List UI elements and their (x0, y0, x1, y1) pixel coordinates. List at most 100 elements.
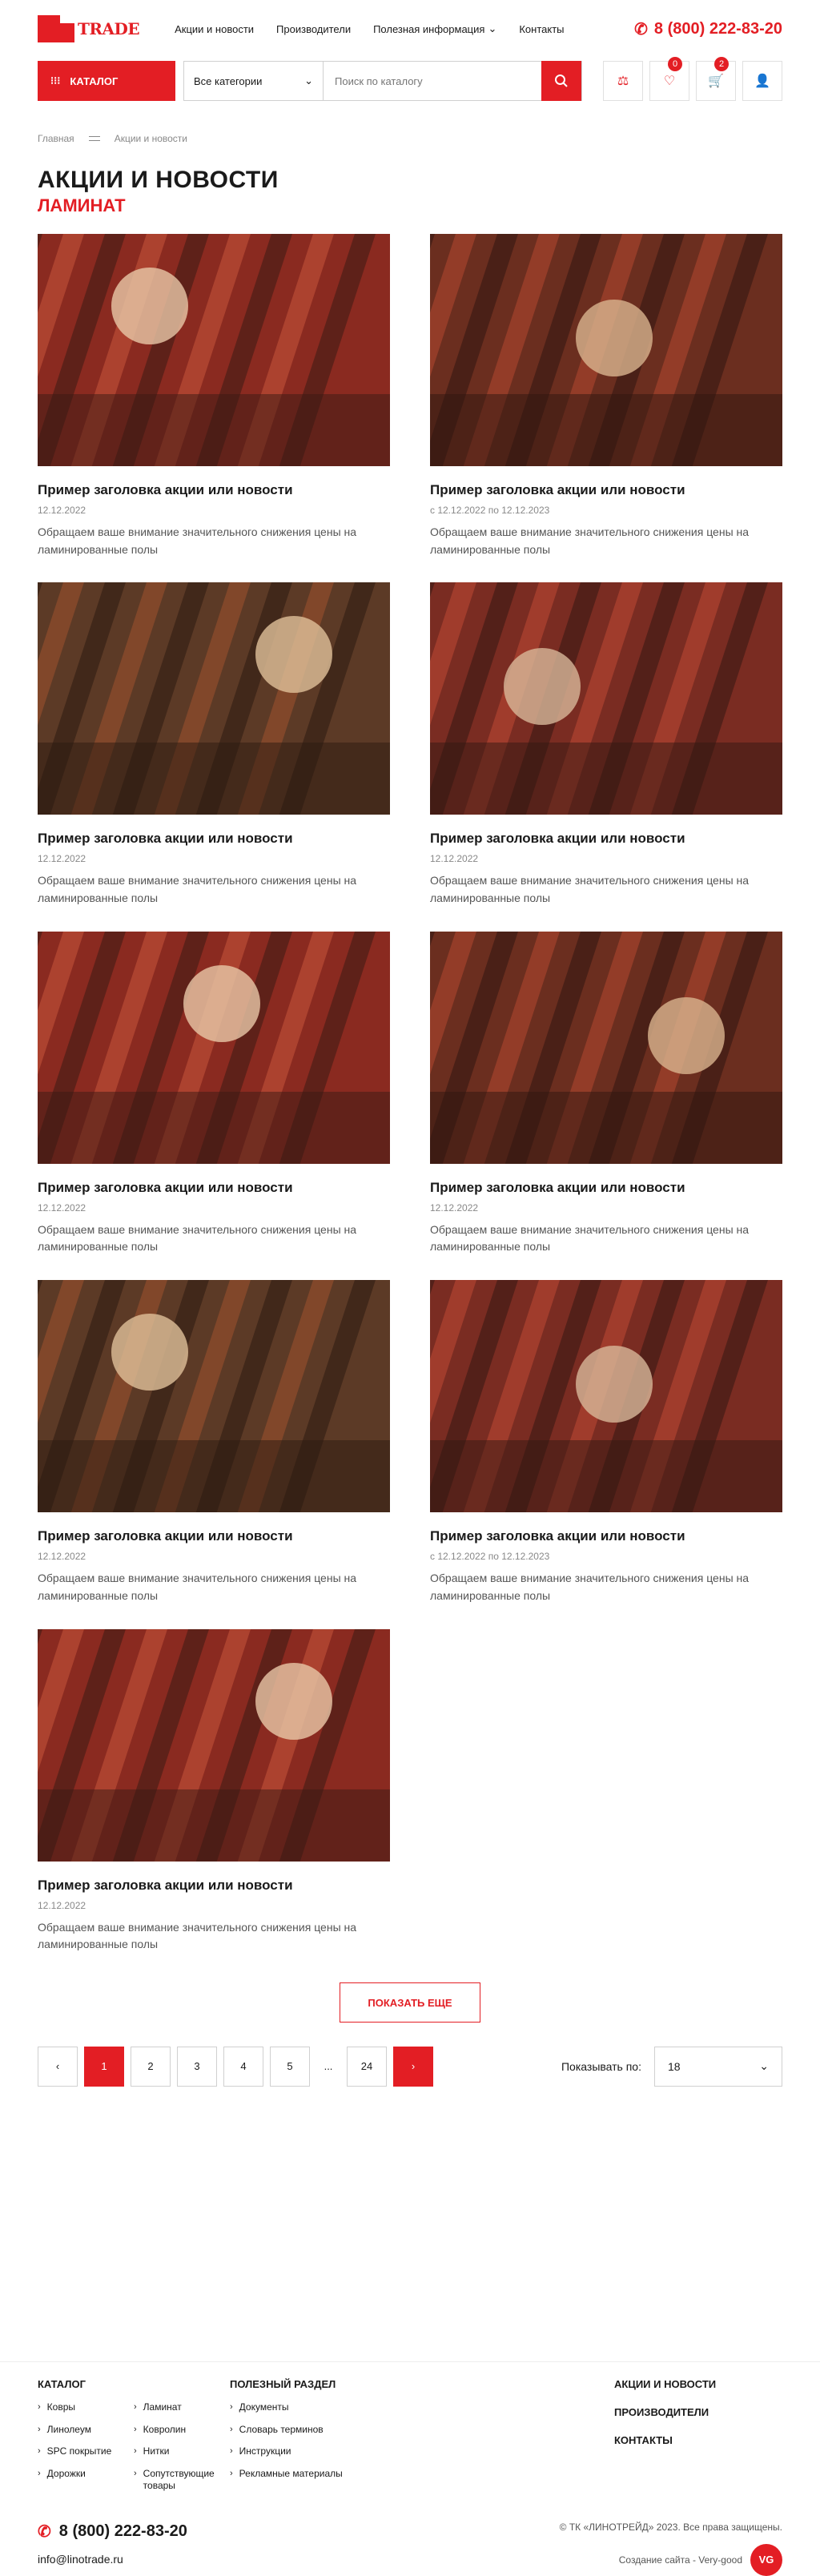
news-card[interactable]: Пример заголовка акции или новости с 12.1… (430, 234, 782, 558)
pagination-page[interactable]: 5 (270, 2046, 310, 2087)
pagination-next-button[interactable]: › (393, 2046, 433, 2087)
footer-catalog-item-label: Нитки (143, 2445, 170, 2457)
news-card-image[interactable] (38, 931, 390, 1164)
rug-photo-image (38, 1280, 390, 1513)
footer-catalog-item[interactable]: › Дорожки (38, 2468, 134, 2493)
footer-catalog-item[interactable]: › Ламинат (134, 2401, 230, 2414)
pagination-page[interactable]: 3 (177, 2046, 217, 2087)
pagination-prev-button[interactable]: ‹ (38, 2046, 78, 2087)
show-more-button[interactable]: ПОКАЗАТЬ ЕЩЕ (340, 1982, 480, 2023)
footer-catalog-item[interactable]: › Ковры (38, 2401, 134, 2414)
footer-catalog-item[interactable]: › Сопутствующие товары (134, 2468, 230, 2493)
news-card-title[interactable]: Пример заголовка акции или новости (430, 831, 782, 847)
nav-item-news[interactable]: Акции и новости (175, 22, 254, 35)
footer-useful-title[interactable]: ПОЛЕЗНЫЙ РАЗДЕЛ (230, 2378, 422, 2390)
news-card[interactable]: Пример заголовка акции или новости 12.12.… (38, 931, 390, 1256)
footer-useful-item[interactable]: › Инструкции (230, 2445, 422, 2458)
footer-useful-item[interactable]: › Словарь терминов (230, 2424, 422, 2437)
nav-item-manufacturers[interactable]: Производители (276, 22, 351, 35)
footer-email[interactable]: info@linotrade.ru (38, 2553, 187, 2566)
breadcrumb: Главная Акции и новости (38, 133, 782, 144)
search-input[interactable] (324, 62, 541, 100)
header-icons: ⚖ ♡ 0 🛒 2 👤 (603, 57, 782, 101)
news-card-title[interactable]: Пример заголовка акции или новости (38, 482, 390, 498)
footer-catalog-item[interactable]: › Линолеум (38, 2424, 134, 2437)
footer-useful-item[interactable]: › Документы (230, 2401, 422, 2414)
top-bar: TRADE Акции и новости Производители Поле… (38, 0, 782, 58)
footer-catalog-list: › Ковры › Ламинат › Линолеум › Ковролин › SPC пок… (38, 2401, 230, 2493)
footer-useful-item-label: Инструкции (239, 2445, 291, 2457)
news-card-title[interactable]: Пример заголовка акции или новости (430, 1528, 782, 1544)
news-card-desc: Обращаем ваше внимание значительного сни… (38, 1572, 357, 1602)
site-logo[interactable]: TRADE (38, 15, 140, 42)
pagination-page[interactable]: 1 (84, 2046, 124, 2087)
news-card[interactable]: Пример заголовка акции или новости 12.12.… (38, 1280, 390, 1604)
news-card-image[interactable] (430, 234, 782, 466)
nav-item-info[interactable]: Полезная информация ⌄ (373, 22, 496, 35)
news-card-image[interactable] (38, 1628, 390, 1862)
search-button[interactable] (541, 61, 581, 101)
footer-catalog-item[interactable]: › SPC покрытие (38, 2445, 134, 2458)
footer-contacts: ✆ 8 (800) 222-83-20 info@linotrade.ru (38, 2522, 187, 2566)
logo-mark-icon (38, 15, 74, 42)
compare-icon: ⚖ (617, 74, 629, 88)
news-card[interactable]: Пример заголовка акции или новости 12.12.… (430, 582, 782, 907)
news-card-title[interactable]: Пример заголовка акции или новости (430, 482, 782, 498)
breadcrumb-home[interactable]: Главная (38, 133, 74, 144)
news-card-image[interactable] (430, 582, 782, 815)
footer-link-manufacturers[interactable]: ПРОИЗВОДИТЕЛИ (614, 2406, 782, 2418)
pagination-page[interactable]: 4 (223, 2046, 263, 2087)
news-card-title[interactable]: Пример заголовка акции или новости (430, 1180, 782, 1196)
search-icon (555, 74, 568, 87)
per-page-value: 18 (668, 2059, 681, 2073)
chevron-right-icon: › (38, 2468, 41, 2478)
site-footer: КАТАЛОГ › Ковры › Ламинат › Линолеум › Ковролин… (0, 2361, 820, 2576)
cart-button[interactable]: 🛒 2 (696, 57, 736, 101)
footer-catalog-item[interactable]: › Ковролин (134, 2424, 230, 2437)
footer-useful-item-label: Словарь терминов (239, 2423, 324, 2435)
nav-item-contacts[interactable]: Контакты (519, 22, 564, 35)
search-row: ⁝⁝⁝ КАТАЛОГ Все категории ⌄ ⚖ ♡0 🛒2 👤 (38, 57, 782, 104)
favorites-button[interactable]: ♡ 0 (649, 57, 689, 101)
news-card[interactable]: Пример заголовка акции или новости 12.12.… (38, 1628, 390, 1954)
chevron-right-icon: › (134, 2424, 137, 2434)
footer-useful-item[interactable]: › Рекламные материалы (230, 2468, 422, 2481)
footer-catalog-item-label: Ламинат (143, 2401, 182, 2413)
pagination-page[interactable]: 2 (131, 2046, 171, 2087)
news-card[interactable]: Пример заголовка акции или новости 12.12.… (430, 931, 782, 1256)
pagination-page[interactable]: 24 (347, 2046, 387, 2087)
logo-text: TRADE (78, 19, 140, 38)
news-card[interactable]: Пример заголовка акции или новости 12.12.… (38, 582, 390, 907)
news-card-title[interactable]: Пример заголовка акции или новости (38, 1878, 390, 1894)
header-phone[interactable]: ✆ 8 (800) 222-83-20 (634, 19, 782, 39)
chevron-right-icon: › (230, 2402, 233, 2412)
search-category-select[interactable]: Все категории ⌄ (184, 62, 324, 100)
news-card-image[interactable] (38, 1280, 390, 1513)
news-card-title[interactable]: Пример заголовка акции или новости (38, 1180, 390, 1196)
per-page-select[interactable]: 18 ⌄ (654, 2046, 782, 2087)
developer-link[interactable]: Создание сайта - Very-good VG (560, 2543, 782, 2576)
news-card-title[interactable]: Пример заголовка акции или новости (38, 831, 390, 847)
news-card[interactable]: Пример заголовка акции или новости с 12.1… (430, 1280, 782, 1604)
news-card-image[interactable] (38, 234, 390, 466)
footer-catalog-item[interactable]: › Нитки (134, 2445, 230, 2458)
account-button[interactable]: 👤 (742, 61, 782, 101)
compare-button[interactable]: ⚖ (603, 61, 643, 101)
catalog-button[interactable]: ⁝⁝⁝ КАТАЛОГ (38, 61, 175, 101)
footer-links: АКЦИИ И НОВОСТИ ПРОИЗВОДИТЕЛИ КОНТАКТЫ (614, 2378, 782, 2493)
footer-catalog-item-label: Дорожки (46, 2467, 86, 2479)
footer-link-contacts[interactable]: КОНТАКТЫ (614, 2434, 782, 2446)
news-card-image[interactable] (38, 582, 390, 815)
news-card-image[interactable] (430, 1280, 782, 1513)
search-category-value: Все категории (194, 74, 263, 87)
catalog-button-label: КАТАЛОГ (70, 74, 119, 87)
chevron-down-icon: ⌄ (759, 2059, 769, 2073)
news-card[interactable]: Пример заголовка акции или новости 12.12.… (38, 234, 390, 558)
news-card-date: 12.12.2022 (38, 853, 86, 865)
news-card-title[interactable]: Пример заголовка акции или новости (38, 1528, 390, 1544)
footer-catalog-title[interactable]: КАТАЛОГ (38, 2378, 230, 2390)
news-card-image[interactable] (430, 931, 782, 1164)
footer-phone[interactable]: ✆ 8 (800) 222-83-20 (38, 2522, 187, 2542)
pagination-ellipsis: ... (324, 2060, 333, 2073)
footer-link-news[interactable]: АКЦИИ И НОВОСТИ (614, 2378, 782, 2390)
